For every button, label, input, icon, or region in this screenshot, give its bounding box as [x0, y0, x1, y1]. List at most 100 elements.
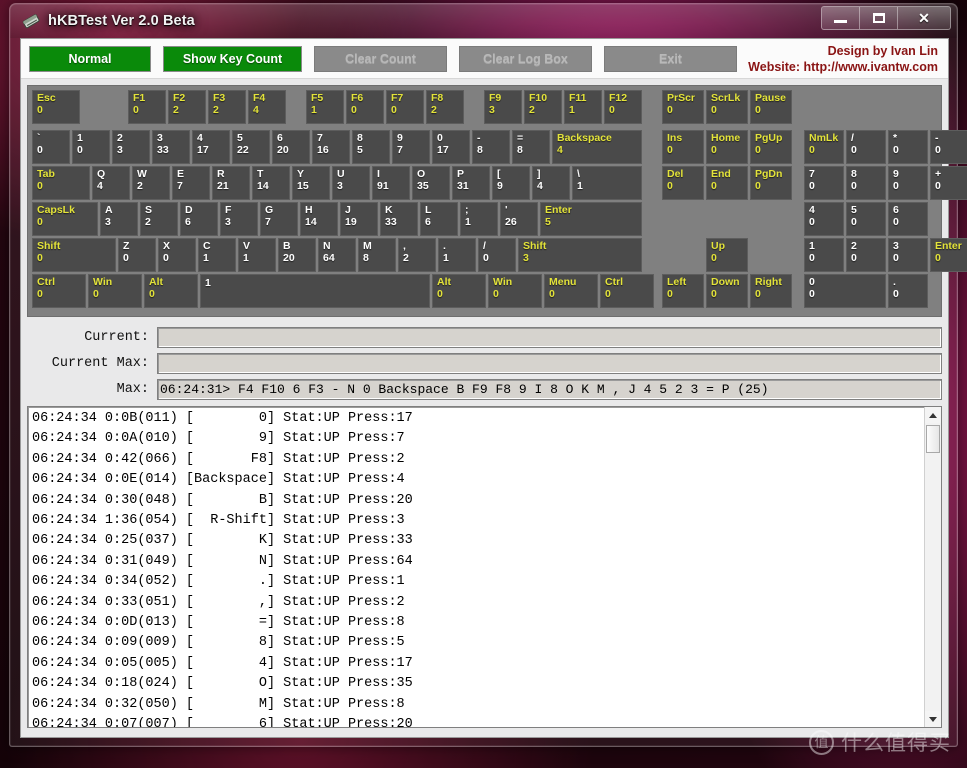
- key-count: 0: [809, 144, 815, 156]
- key-F3-3: F3 2: [208, 90, 246, 124]
- key-count: 2: [145, 216, 151, 228]
- key-count: 2: [137, 180, 143, 192]
- key-count: 0: [809, 216, 815, 228]
- key-3-89: 30: [888, 238, 928, 272]
- key-label: `: [37, 132, 41, 144]
- key-Up-86: Up 0: [706, 238, 748, 272]
- key-sym-16: ` 0: [32, 130, 70, 164]
- credit-website: Website: http://www.ivantw.com: [748, 60, 938, 74]
- key-label: Enter: [545, 204, 572, 216]
- key-sym-36: -0: [930, 130, 967, 164]
- title-bar[interactable]: hKBTest Ver 2.0 Beta ✕: [10, 4, 957, 38]
- key-sym-50: \ 1: [572, 166, 642, 200]
- key-count: 1: [311, 104, 317, 116]
- max-value[interactable]: 06:24:31> F4 F10 6 F3 - N 0 Backspace B …: [157, 378, 942, 400]
- minimize-icon: [834, 20, 847, 23]
- key-label: J: [345, 204, 351, 216]
- key-label: *: [893, 132, 898, 144]
- current-value[interactable]: [157, 326, 942, 348]
- key-label: F6: [351, 92, 364, 104]
- key-label: R: [217, 168, 225, 180]
- key-Shift-74: Shift 0: [32, 238, 116, 272]
- log-box[interactable]: 06:24:34 0:0B(011) [ 0] Stat:UP Press:17…: [27, 406, 942, 728]
- clear-log-box-button[interactable]: Clear Log Box: [459, 45, 592, 72]
- key-label: ': [505, 204, 508, 216]
- exit-button[interactable]: Exit: [604, 45, 737, 72]
- key-label: PgDn: [755, 168, 783, 180]
- key-Z-75: Z0: [118, 238, 156, 272]
- clear-count-button[interactable]: Clear Count: [314, 45, 447, 72]
- key-7-54: 70: [804, 166, 844, 200]
- key-F8-8: F8 2: [426, 90, 464, 124]
- key-label: Enter: [935, 240, 962, 252]
- key-label: F3: [213, 92, 226, 104]
- show-key-count-button[interactable]: Show Key Count: [163, 45, 302, 72]
- key-label: Menu: [549, 276, 577, 288]
- key-label: 5: [237, 132, 243, 144]
- key-label: U: [337, 168, 345, 180]
- key-count: 0: [667, 288, 673, 300]
- key-label: ;: [465, 204, 469, 216]
- key-count: 3: [489, 104, 495, 116]
- minimize-button[interactable]: [822, 7, 860, 29]
- key-label: Shift: [37, 240, 61, 252]
- key-sym-27: -8: [472, 130, 510, 164]
- key-label: G: [265, 204, 274, 216]
- close-button[interactable]: ✕: [898, 7, 950, 29]
- key-label: .: [443, 240, 446, 252]
- current-max-value[interactable]: [157, 352, 942, 374]
- key-label: 0: [809, 276, 815, 288]
- scroll-down-button[interactable]: [925, 711, 941, 727]
- key-label: 7: [317, 132, 323, 144]
- key-count: 0: [77, 144, 83, 156]
- key-count: 0: [851, 144, 857, 156]
- key-label: Win: [493, 276, 513, 288]
- key-Right-101: Right 0: [750, 274, 792, 308]
- key-label: Z: [123, 240, 130, 252]
- key-Pause-15: Pause 0: [750, 90, 792, 124]
- key-count: 15: [297, 180, 309, 192]
- key-F1-1: F1 0: [128, 90, 166, 124]
- normal-mode-button[interactable]: Normal: [29, 45, 151, 72]
- log-scrollbar[interactable]: [924, 407, 941, 727]
- key-count: 14: [257, 180, 269, 192]
- key-count: 0: [133, 104, 139, 116]
- key-space-94: 1: [200, 274, 430, 308]
- key-Enter-70: Enter 5: [540, 202, 642, 236]
- key-Esc-0: Esc 0: [32, 90, 80, 124]
- key-count: 0: [667, 180, 673, 192]
- key-4-71: 40: [804, 202, 844, 236]
- key-Home-31: Home 0: [706, 130, 748, 164]
- key-2-18: 23: [112, 130, 150, 164]
- key-label: I: [377, 168, 380, 180]
- field-row-current: Current:: [27, 326, 942, 348]
- key-count: 0: [935, 144, 941, 156]
- key-count: 0: [851, 216, 857, 228]
- key-count: 0: [755, 144, 761, 156]
- client-area: Normal Show Key Count Clear Count Clear …: [20, 38, 967, 738]
- key-2-88: 20: [846, 238, 886, 272]
- key-count: 0: [437, 288, 443, 300]
- key-V-78: V1: [238, 238, 276, 272]
- key-count: 0: [37, 144, 43, 156]
- key-label: CapsLk: [37, 204, 75, 216]
- scrollbar-thumb[interactable]: [926, 425, 940, 453]
- key-label: ScrLk: [711, 92, 741, 104]
- key-count: 14: [305, 216, 317, 228]
- key-1-17: 10: [72, 130, 110, 164]
- window-title: hKBTest Ver 2.0 Beta: [48, 13, 195, 29]
- scroll-up-button[interactable]: [925, 407, 941, 423]
- key-count: 4: [557, 144, 563, 156]
- maximize-button[interactable]: [860, 7, 898, 29]
- key-count: 26: [505, 216, 517, 228]
- key-count: 0: [935, 252, 941, 264]
- key-count: 0: [711, 252, 717, 264]
- key-sym-82: ,2: [398, 238, 436, 272]
- window-controls: ✕: [821, 6, 951, 30]
- key-label: F5: [311, 92, 324, 104]
- key-sym-34: /0: [846, 130, 886, 164]
- key-count: 0: [549, 288, 555, 300]
- key-count: 0: [755, 180, 761, 192]
- key-label: S: [145, 204, 153, 216]
- key-label: C: [203, 240, 211, 252]
